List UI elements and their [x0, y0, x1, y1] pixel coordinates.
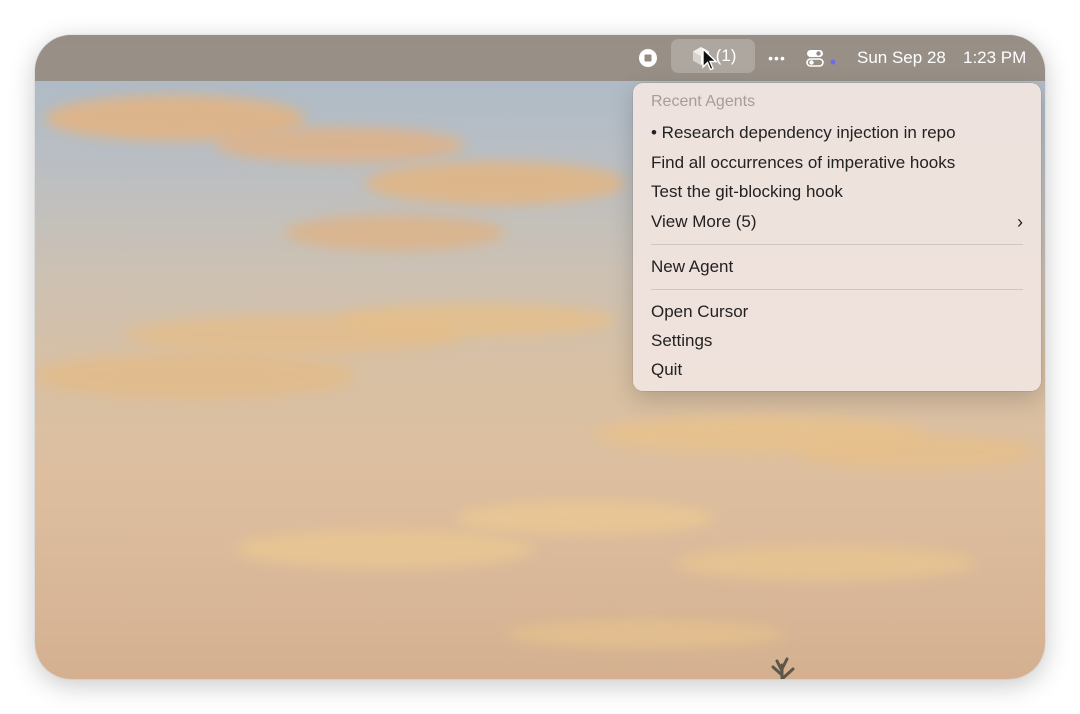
chevron-right-icon: › [1017, 212, 1023, 232]
menubar-time[interactable]: 1:23 PM [963, 35, 1026, 81]
menu-bar: (1) ••• Sun Sep 28 1:23 PM [35, 35, 1045, 81]
menu-item-settings[interactable]: Settings [651, 327, 1023, 355]
control-center-icon [806, 50, 836, 67]
menu-divider [651, 244, 1023, 245]
agent-count-badge: (1) [715, 46, 737, 65]
menubar-date[interactable]: Sun Sep 28 [857, 35, 946, 81]
menu-item-recent-agent[interactable]: • Research dependency injection in repo [651, 119, 1023, 147]
menu-item-open-cursor[interactable]: Open Cursor [651, 298, 1023, 326]
more-dots-icon: ••• [768, 50, 786, 66]
menu-item-quit[interactable]: Quit [651, 356, 1023, 384]
desktop-screen: (1) ••• Sun Sep 28 1:23 PM Recent Agents… [35, 35, 1045, 679]
menu-item-new-agent[interactable]: New Agent [651, 253, 1023, 281]
menu-item-recent-agent[interactable]: Find all occurrences of imperative hooks [651, 149, 1023, 177]
mouse-pointer-icon [702, 48, 718, 71]
recent-agents-header: Recent Agents [651, 93, 756, 110]
stop-button[interactable] [635, 35, 661, 81]
menu-item-recent-agent[interactable]: Test the git-blocking hook [651, 178, 1023, 206]
control-center-button[interactable] [805, 35, 845, 81]
agents-dropdown-menu: Recent Agents • Research dependency inje… [633, 83, 1041, 391]
tree-silhouette-icon [771, 657, 795, 679]
menu-divider [651, 289, 1023, 290]
view-more-label: View More (5) [651, 212, 757, 231]
stop-icon [639, 49, 657, 67]
more-dots-button[interactable]: ••• [763, 35, 791, 81]
menu-item-view-more[interactable]: View More (5) › [651, 208, 1023, 236]
